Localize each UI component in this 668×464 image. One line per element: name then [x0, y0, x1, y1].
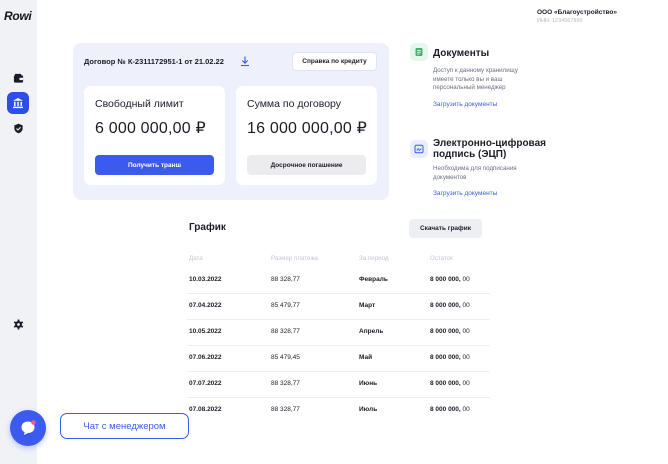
row-amount: 88 328,77 [271, 380, 300, 387]
row-rest: 8 000 000, 00 [430, 354, 470, 361]
row-rest-frac: 00 [462, 302, 470, 309]
chat-button[interactable] [10, 410, 46, 446]
early-repayment-button[interactable]: Досрочное погашение [247, 155, 366, 175]
bank-icon [13, 98, 23, 109]
row-amount: 88 328,77 [271, 406, 300, 413]
row-amount: 88 328,77 [271, 276, 300, 283]
documents-icon-box [410, 43, 428, 61]
sidebar: Rowi [0, 0, 37, 464]
contract-sum-amount: 16 000 000,00 ₽ [247, 120, 367, 137]
contract-card: Договор № К-2311172951-1 от 21.02.22 Спр… [73, 43, 389, 200]
row-period: Март [359, 302, 376, 309]
table-row: 10.05.2022 88 328,77 Апрель 8 000 000, 0… [187, 320, 490, 346]
sidebar-item-settings[interactable] [7, 313, 29, 335]
row-rest-frac: 00 [462, 406, 470, 413]
signature-desc-line: Необходима для подписания [433, 165, 517, 172]
signature-title-line: подпись (ЭЦП) [433, 149, 507, 160]
upload-documents-link[interactable]: Загрузить документы [433, 101, 497, 108]
contract-sum-card: Сумма по договору 16 000 000,00 ₽ Досроч… [236, 86, 377, 185]
contract-sum-label: Сумма по договору [247, 98, 342, 110]
row-period: Май [359, 354, 373, 361]
row-rest-main: 8 000 000, [430, 328, 461, 335]
signature-desc-line: документов [433, 173, 467, 181]
company-info[interactable]: ООО «Благоустройство» ИНН: 1234567890 [537, 9, 617, 24]
row-rest-main: 8 000 000, [430, 302, 461, 309]
free-limit-card: Свободный лимит 6 000 000,00 ₽ Получить … [84, 86, 225, 185]
credit-certificate-button[interactable]: Справка по кредиту [292, 52, 377, 71]
row-rest-frac: 00 [462, 328, 470, 335]
documents-desc-line: Доступ к данному хранилищу [433, 67, 518, 74]
row-date: 10.03.2022 [189, 276, 222, 283]
company-name: ООО «Благоустройство» [537, 9, 617, 16]
row-rest-frac: 00 [462, 354, 470, 361]
signature-icon-box [410, 140, 428, 158]
gear-icon [13, 318, 23, 330]
row-amount: 85 479,77 [271, 302, 300, 309]
column-header-amount: Размер платежа [271, 255, 318, 262]
wallet-icon [13, 73, 23, 83]
column-header-date: Дата [189, 255, 203, 262]
row-rest-frac: 00 [462, 276, 470, 283]
row-rest: 8 000 000, 00 [430, 328, 470, 335]
row-rest: 8 000 000, 00 [430, 276, 470, 283]
row-period: Июнь [359, 380, 378, 387]
free-limit-amount: 6 000 000,00 ₽ [95, 120, 206, 137]
row-rest-main: 8 000 000, [430, 276, 461, 283]
shield-check-icon [13, 123, 23, 133]
get-tranche-button[interactable]: Получить транш [95, 155, 214, 175]
row-period: Июль [359, 406, 378, 413]
documents-title: Документы [433, 48, 490, 59]
table-row: 07.08.2022 88 328,77 Июль 8 000 000, 00 [187, 398, 490, 424]
row-amount: 88 328,77 [271, 328, 300, 335]
schedule-title: График [189, 222, 226, 233]
table-row: 10.03.2022 88 328,77 Февраль 8 000 000, … [187, 268, 490, 294]
row-rest-main: 8 000 000, [430, 380, 461, 387]
column-header-period: За период [359, 255, 389, 262]
row-date: 07.07.2022 [189, 380, 222, 387]
column-header-rest: Остаток [430, 255, 453, 262]
signature-icon [414, 144, 424, 154]
contract-title: Договор № К-2311172951-1 от 21.02.22 [84, 57, 224, 66]
brand-logo[interactable]: Rowi [4, 9, 32, 23]
signature-title-line: Электронно-цифровая [433, 138, 546, 149]
company-inn: ИНН: 1234567890 [537, 18, 583, 24]
row-date: 07.08.2022 [189, 406, 222, 413]
documents-desc-line: персональный менеджер [433, 84, 506, 91]
table-row: 07.07.2022 88 328,77 Июнь 8 000 000, 00 [187, 372, 490, 398]
row-rest-main: 8 000 000, [430, 406, 461, 413]
documents-description: Доступ к данному хранилищу имеете только… [433, 67, 518, 93]
download-schedule-button[interactable]: Скачать график [409, 219, 482, 238]
row-rest-main: 8 000 000, [430, 354, 461, 361]
row-date: 10.05.2022 [189, 328, 222, 335]
free-limit-label: Свободный лимит [95, 98, 184, 110]
row-rest: 8 000 000, 00 [430, 380, 470, 387]
row-amount: 85 479,45 [271, 354, 300, 361]
table-row: 07.06.2022 85 479,45 Май 8 000 000, 00 [187, 346, 490, 372]
chat-with-manager-button[interactable]: Чат с менеджером [60, 413, 189, 439]
chat-icon [21, 420, 36, 435]
signature-description: Необходима для подписания документов [433, 165, 517, 182]
upload-signature-documents-link[interactable]: Загрузить документы [433, 190, 497, 197]
sidebar-item-wallet[interactable] [7, 67, 29, 89]
download-icon[interactable] [239, 55, 251, 67]
table-row: 07.04.2022 85 479,77 Март 8 000 000, 00 [187, 294, 490, 320]
signature-title: Электронно-цифровая подпись (ЭЦП) [433, 138, 546, 160]
row-period: Февраль [359, 276, 388, 283]
document-icon [415, 48, 423, 56]
row-rest: 8 000 000, 00 [430, 302, 470, 309]
documents-desc-line: имеете только вы и ваш [433, 75, 503, 83]
row-rest: 8 000 000, 00 [430, 406, 470, 413]
sidebar-item-security[interactable] [7, 117, 29, 139]
row-period: Апрель [359, 328, 384, 335]
sidebar-item-credit[interactable] [7, 92, 29, 114]
row-date: 07.04.2022 [189, 302, 222, 309]
row-date: 07.06.2022 [189, 354, 222, 361]
row-rest-frac: 00 [462, 380, 470, 387]
